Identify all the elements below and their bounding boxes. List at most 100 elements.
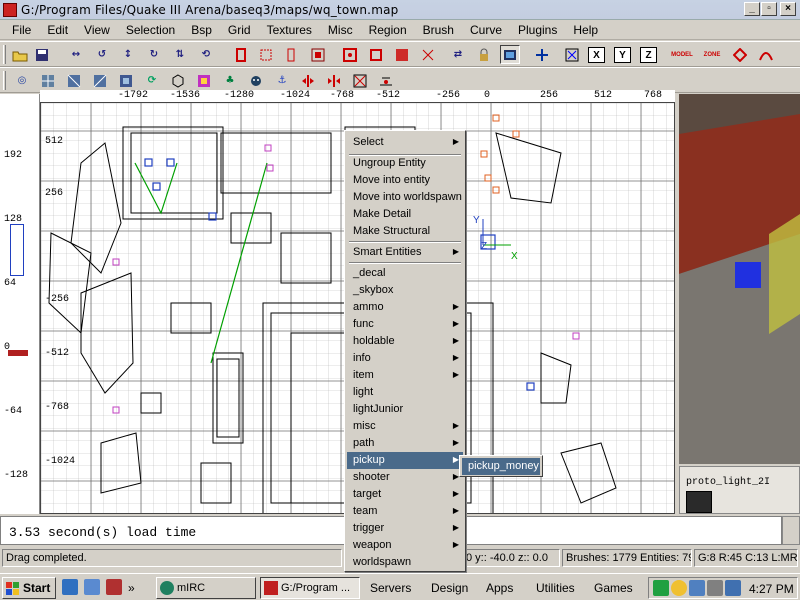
plugin-icon[interactable] [376,71,396,90]
menu-item-misc[interactable]: misc ▶ [347,418,463,435]
menu-textures[interactable]: Textures [259,23,320,37]
menu-region[interactable]: Region [361,23,415,37]
menu-item-make-structural[interactable]: Make Structural [347,223,463,240]
csg-merge-icon[interactable] [392,45,412,64]
show-patches-icon[interactable] [38,71,58,90]
selected-entity-box[interactable] [735,262,761,288]
menu-item-trigger[interactable]: trigger ▶ [347,520,463,537]
menu-file[interactable]: File [0,23,39,37]
menu-item-ungroup-entity[interactable]: Ungroup Entity [347,155,463,172]
menu-item-ammo[interactable]: ammo ▶ [347,299,463,316]
menu-grid[interactable]: Grid [220,23,259,37]
cubic-clip-icon[interactable] [500,45,520,64]
z-position-marker[interactable] [8,350,28,356]
menu-item-lightjunior[interactable]: lightJunior [347,401,463,418]
menu-item-light[interactable]: light [347,384,463,401]
menu-item-team[interactable]: team ▶ [347,503,463,520]
menu-plugins[interactable]: Plugins [510,23,565,37]
select-touching-icon[interactable] [256,45,276,64]
texture-lock-icon[interactable] [474,45,494,64]
rotate-z-icon[interactable]: ⟲ [196,45,216,64]
clipper-icon[interactable] [418,45,438,64]
z-height-indicator[interactable] [10,224,24,276]
rotate-x-icon[interactable]: ↺ [92,45,112,64]
select-partial-tall-icon[interactable] [282,45,302,64]
csg-hollow-icon[interactable] [366,45,386,64]
quicklaunch-chevron[interactable]: » [128,581,135,595]
texture-thumbnail[interactable] [686,491,712,513]
camera-view[interactable] [679,94,800,464]
toolbar-apps[interactable]: Apps [486,581,513,595]
model-button[interactable]: MODEL [670,45,694,64]
open-icon[interactable] [10,45,30,64]
menu-item-func[interactable]: func ▶ [347,316,463,333]
toolbar-grip[interactable] [3,45,6,64]
start-button[interactable]: Start [2,577,56,599]
menu-selection[interactable]: Selection [118,23,183,37]
toolbar-servers[interactable]: Servers [370,581,411,595]
entity-icon[interactable]: ◎ [12,71,32,90]
toolbar-utilities[interactable]: Utilities [536,581,575,595]
quick-launch-icon[interactable] [106,579,122,595]
menu-item-pickup-money[interactable]: pickup_money [462,458,540,475]
taskbar-button-radiant[interactable]: G:/Program ... [260,577,360,599]
menu-brush[interactable]: Brush [415,23,462,37]
menu-item-skybox[interactable]: _skybox [347,282,463,299]
monster-icon[interactable] [246,71,266,90]
hexagon-icon[interactable] [168,71,188,90]
clock[interactable]: 4:27 PM [749,582,794,596]
tray-icon[interactable] [707,580,723,596]
tree-icon[interactable]: ♣ [220,71,240,90]
internet-explorer-icon[interactable] [62,579,78,595]
menu-view[interactable]: View [76,23,118,37]
app-icon[interactable] [3,2,17,17]
menu-item-make-detail[interactable]: Make Detail [347,206,463,223]
disable-icon[interactable] [350,71,370,90]
menu-item-move-into-entity[interactable]: Move into entity [347,172,463,189]
menu-item-pickup[interactable]: pickup ▶ [347,452,463,469]
menu-item-weapon[interactable]: weapon ▶ [347,537,463,554]
shader-icon[interactable] [194,71,214,90]
menu-item-move-into-worldspawn[interactable]: Move into worldspawn [347,189,463,206]
menu-item-select[interactable]: Select ▶ [347,134,463,151]
menu-item-holdable[interactable]: holdable ▶ [347,333,463,350]
menu-item-smart-entities[interactable]: Smart Entities ▶ [347,244,463,261]
minimize-button[interactable]: _ [744,2,760,16]
console-scrollbar[interactable] [782,516,800,545]
restore-button[interactable]: ▫ [761,2,777,16]
toolbar-games[interactable]: Games [594,581,633,595]
select-inside-icon[interactable] [308,45,328,64]
bend-icon[interactable] [756,45,776,64]
menu-bsp[interactable]: Bsp [183,23,220,37]
camera-move-icon[interactable] [532,45,552,64]
rotate-y-icon[interactable]: ↻ [144,45,164,64]
weapon-icon[interactable]: ⚓ [272,71,292,90]
change-views-icon[interactable]: ⇄ [448,45,468,64]
cap-icon[interactable] [64,71,84,90]
z-axis-button[interactable]: Z [640,47,657,63]
close-button[interactable]: × [780,2,796,16]
y-axis-button[interactable]: Y [614,47,631,63]
menu-item-decal[interactable]: _decal [347,265,463,282]
invert-cap-icon[interactable] [90,71,110,90]
x-axis-button[interactable]: X [588,47,605,63]
taskbar-button-mirc[interactable]: mIRC [156,577,256,599]
menu-item-path[interactable]: path ▶ [347,435,463,452]
zone-button[interactable]: ZONE [700,45,724,64]
select-complete-tall-icon[interactable] [232,45,252,64]
menu-item-info[interactable]: info ▶ [347,350,463,367]
tray-icon[interactable] [653,580,669,596]
volume-icon[interactable] [725,580,741,596]
tray-icon[interactable] [689,580,705,596]
flip-x-icon[interactable]: ↔ [66,45,86,64]
patch-icon[interactable] [730,45,750,64]
menu-misc[interactable]: Misc [320,23,361,37]
redisperse-icon[interactable]: ⟳ [142,71,162,90]
flip-z-icon[interactable]: ⇅ [170,45,190,64]
texture-browser[interactable]: proto_light_2I [679,466,800,514]
menu-help[interactable]: Help [565,23,606,37]
mirror-icon[interactable] [298,71,318,90]
save-icon[interactable] [32,45,52,64]
csg-subtract-icon[interactable] [340,45,360,64]
thicken-icon[interactable] [116,71,136,90]
